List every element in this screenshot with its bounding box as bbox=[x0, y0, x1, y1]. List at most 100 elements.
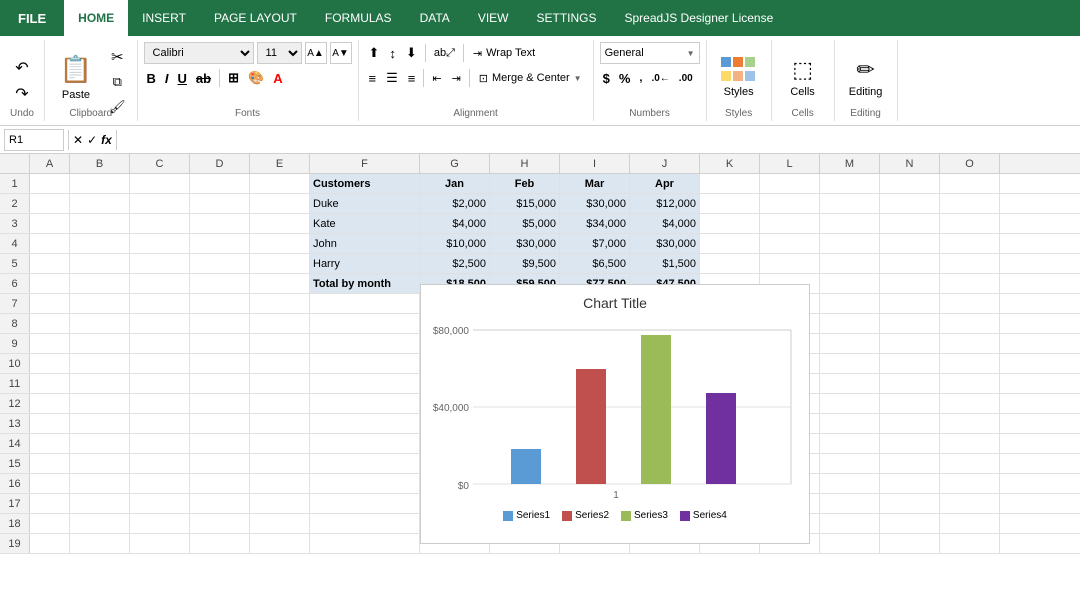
cell-b3[interactable] bbox=[70, 214, 130, 233]
comma-button[interactable]: , bbox=[636, 67, 645, 89]
col-header-a[interactable]: A bbox=[30, 154, 70, 174]
tab-insert[interactable]: INSERT bbox=[128, 0, 200, 36]
cell-f1[interactable]: Customers bbox=[310, 174, 420, 193]
cell-e4[interactable] bbox=[250, 234, 310, 253]
col-header-f[interactable]: F bbox=[310, 154, 420, 174]
col-header-e[interactable]: E bbox=[250, 154, 310, 174]
col-header-k[interactable]: K bbox=[700, 154, 760, 174]
cell-l2[interactable] bbox=[760, 194, 820, 213]
font-increase-button[interactable]: A▲ bbox=[305, 42, 327, 64]
tab-file[interactable]: FILE bbox=[0, 0, 64, 36]
cell-n3[interactable] bbox=[880, 214, 940, 233]
col-header-b[interactable]: B bbox=[70, 154, 130, 174]
cell-n6[interactable] bbox=[880, 274, 940, 293]
decrease-decimal-button[interactable]: .0← bbox=[648, 67, 672, 89]
cell-c2[interactable] bbox=[130, 194, 190, 213]
cell-a2[interactable] bbox=[30, 194, 70, 213]
tab-view[interactable]: VIEW bbox=[464, 0, 523, 36]
undo-button[interactable]: ↶ bbox=[10, 57, 33, 79]
bold-button[interactable]: B bbox=[144, 67, 159, 89]
cell-e3[interactable] bbox=[250, 214, 310, 233]
cell-h4[interactable]: $30,000 bbox=[490, 234, 560, 253]
tab-data[interactable]: DATA bbox=[406, 0, 464, 36]
cell-i4[interactable]: $7,000 bbox=[560, 234, 630, 253]
cell-d5[interactable] bbox=[190, 254, 250, 273]
copy-button[interactable]: ⧉ bbox=[104, 71, 131, 93]
cell-b6[interactable] bbox=[70, 274, 130, 293]
cell-f5[interactable]: Harry bbox=[310, 254, 420, 273]
col-header-j[interactable]: J bbox=[630, 154, 700, 174]
cells-button[interactable]: ⬚ Cells bbox=[778, 42, 828, 112]
cell-j3[interactable]: $4,000 bbox=[630, 214, 700, 233]
cell-i1[interactable]: Mar bbox=[560, 174, 630, 193]
cell-j4[interactable]: $30,000 bbox=[630, 234, 700, 253]
cell-reference-box[interactable]: R1 bbox=[4, 129, 64, 151]
cell-f3[interactable]: Kate bbox=[310, 214, 420, 233]
cell-m4[interactable] bbox=[820, 234, 880, 253]
redo-button[interactable]: ↷ bbox=[10, 83, 33, 105]
cell-a1[interactable] bbox=[30, 174, 70, 193]
cell-e1[interactable] bbox=[250, 174, 310, 193]
cell-h5[interactable]: $9,500 bbox=[490, 254, 560, 273]
align-left-button[interactable]: ≡ bbox=[365, 67, 381, 89]
cell-f2[interactable]: Duke bbox=[310, 194, 420, 213]
tab-settings[interactable]: SETTINGS bbox=[522, 0, 610, 36]
align-bottom-button[interactable]: ⬇ bbox=[402, 42, 421, 64]
orientation-button[interactable]: ab⤢ bbox=[430, 42, 459, 64]
col-header-g[interactable]: G bbox=[420, 154, 490, 174]
cell-j1[interactable]: Apr bbox=[630, 174, 700, 193]
col-header-i[interactable]: I bbox=[560, 154, 630, 174]
cell-j5[interactable]: $1,500 bbox=[630, 254, 700, 273]
italic-button[interactable]: I bbox=[162, 67, 172, 89]
col-header-m[interactable]: M bbox=[820, 154, 880, 174]
cell-l5[interactable] bbox=[760, 254, 820, 273]
wrap-text-button[interactable]: ⇥ Wrap Text bbox=[468, 45, 540, 62]
align-center-button[interactable]: ☰ bbox=[382, 67, 402, 89]
cell-b1[interactable] bbox=[70, 174, 130, 193]
align-middle-button[interactable]: ↕ bbox=[385, 42, 400, 64]
increase-indent-button[interactable]: ⇥ bbox=[448, 67, 465, 89]
cell-g4[interactable]: $10,000 bbox=[420, 234, 490, 253]
cell-k4[interactable] bbox=[700, 234, 760, 253]
cell-o5[interactable] bbox=[940, 254, 1000, 273]
cell-d3[interactable] bbox=[190, 214, 250, 233]
cell-d6[interactable] bbox=[190, 274, 250, 293]
cell-i5[interactable]: $6,500 bbox=[560, 254, 630, 273]
cancel-formula-icon[interactable]: ✕ bbox=[73, 133, 83, 147]
tab-page-layout[interactable]: PAGE LAYOUT bbox=[200, 0, 311, 36]
cell-i3[interactable]: $34,000 bbox=[560, 214, 630, 233]
cell-k3[interactable] bbox=[700, 214, 760, 233]
cell-n2[interactable] bbox=[880, 194, 940, 213]
tab-home[interactable]: HOME bbox=[64, 0, 128, 36]
cell-c4[interactable] bbox=[130, 234, 190, 253]
align-top-button[interactable]: ⬆ bbox=[365, 42, 384, 64]
cell-b2[interactable] bbox=[70, 194, 130, 213]
cut-button[interactable]: ✂ bbox=[104, 46, 131, 68]
cell-h1[interactable]: Feb bbox=[490, 174, 560, 193]
cell-b4[interactable] bbox=[70, 234, 130, 253]
cell-m3[interactable] bbox=[820, 214, 880, 233]
cell-a6[interactable] bbox=[30, 274, 70, 293]
align-right-button[interactable]: ≡ bbox=[404, 67, 420, 89]
paste-button[interactable]: 📋 Paste bbox=[51, 42, 101, 112]
cell-l1[interactable] bbox=[760, 174, 820, 193]
cell-e2[interactable] bbox=[250, 194, 310, 213]
cell-o2[interactable] bbox=[940, 194, 1000, 213]
cell-l4[interactable] bbox=[760, 234, 820, 253]
decrease-indent-button[interactable]: ⇤ bbox=[428, 67, 445, 89]
cell-o6[interactable] bbox=[940, 274, 1000, 293]
cell-f6[interactable]: Total by month bbox=[310, 274, 420, 293]
cell-h2[interactable]: $15,000 bbox=[490, 194, 560, 213]
cell-k5[interactable] bbox=[700, 254, 760, 273]
cell-e6[interactable] bbox=[250, 274, 310, 293]
styles-button[interactable]: Styles bbox=[713, 42, 765, 112]
cell-c5[interactable] bbox=[130, 254, 190, 273]
cell-n4[interactable] bbox=[880, 234, 940, 253]
cell-a5[interactable] bbox=[30, 254, 70, 273]
cell-g5[interactable]: $2,500 bbox=[420, 254, 490, 273]
font-family-select[interactable]: Calibri bbox=[144, 42, 254, 64]
cell-n1[interactable] bbox=[880, 174, 940, 193]
cell-i2[interactable]: $30,000 bbox=[560, 194, 630, 213]
font-color-button[interactable]: A bbox=[270, 67, 285, 89]
cell-m2[interactable] bbox=[820, 194, 880, 213]
